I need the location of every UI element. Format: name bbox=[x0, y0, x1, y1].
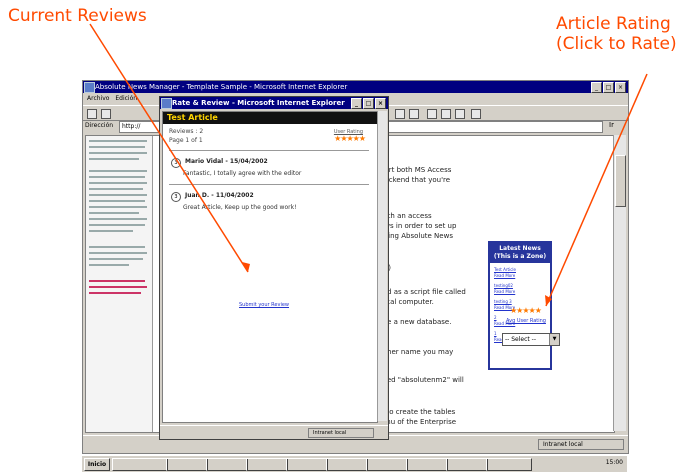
taskbar-item[interactable] bbox=[286, 458, 328, 471]
taskbar-item[interactable] bbox=[366, 458, 408, 471]
page-count: Page 1 of 1 bbox=[169, 137, 203, 144]
body-line: e to create the tables bbox=[380, 408, 456, 416]
latest-news-header: Latest News (This is a Zone) bbox=[490, 243, 550, 263]
taskbar-item[interactable] bbox=[486, 458, 532, 471]
ie-icon bbox=[84, 82, 95, 93]
taskbar-item[interactable] bbox=[112, 458, 168, 471]
divider bbox=[169, 150, 369, 151]
rating-select[interactable]: -- Select -- ▼ bbox=[502, 333, 560, 346]
popup-status-bar: Intranet local bbox=[160, 425, 388, 439]
menu-item-file[interactable]: Archivo bbox=[87, 95, 109, 102]
article-rating-stars[interactable]: ★★★★★ bbox=[510, 306, 542, 315]
main-window-title: Absolute News Manager - Template Sample … bbox=[95, 83, 348, 91]
close-button[interactable]: × bbox=[615, 82, 626, 93]
avg-user-rating-link[interactable]: Avg User Rating bbox=[506, 318, 546, 324]
search-icon[interactable] bbox=[471, 109, 481, 119]
latest-news-title: Latest News bbox=[499, 245, 541, 252]
back-icon[interactable] bbox=[87, 109, 97, 119]
body-line: backend that you're bbox=[380, 176, 451, 184]
current-reviews-annotation: Current Reviews bbox=[8, 6, 147, 26]
body-line: med "absolutenm2" will bbox=[380, 376, 464, 384]
popup-maximize-button[interactable]: □ bbox=[363, 98, 374, 109]
reviews-count: Reviews : 2 bbox=[169, 128, 204, 135]
rating-select-value: -- Select -- bbox=[505, 336, 536, 343]
popup-close-button[interactable]: × bbox=[375, 98, 386, 109]
popup-status-zone: Intranet local bbox=[308, 428, 374, 438]
discuss-icon[interactable] bbox=[441, 109, 451, 119]
article-title: Test Article bbox=[163, 112, 377, 124]
article-rating-annotation-line1: Article Rating bbox=[556, 14, 671, 34]
address-label: Dirección bbox=[85, 122, 114, 129]
popup-content: Test Article Reviews : 2 Page 1 of 1 Use… bbox=[162, 111, 378, 423]
article-rating-annotation: Article Rating (Click to Rate) bbox=[556, 14, 677, 54]
submit-review-link[interactable]: Submit your Review bbox=[239, 302, 289, 308]
body-line: alling Absolute News bbox=[380, 232, 453, 240]
start-button[interactable]: Inicio bbox=[84, 458, 110, 471]
scroll-thumb[interactable] bbox=[615, 155, 626, 207]
popup-window-title: Rate & Review - Microsoft Internet Explo… bbox=[172, 99, 345, 107]
latest-news-subtitle: (This is a Zone) bbox=[493, 253, 547, 260]
main-title-bar: Absolute News Manager - Template Sample … bbox=[83, 81, 628, 93]
popup-title-bar: Rate & Review - Microsoft Internet Explo… bbox=[160, 97, 388, 109]
left-template-pane bbox=[86, 136, 153, 432]
review-author: Mario Vidal - 15/04/2002 bbox=[185, 158, 268, 165]
review-author: Juan D. - 11/04/2002 bbox=[185, 192, 254, 199]
popup-scrollbar[interactable] bbox=[377, 111, 387, 421]
body-line: ows in order to set up bbox=[380, 222, 457, 230]
taskbar-item[interactable] bbox=[246, 458, 288, 471]
go-button[interactable]: Ir bbox=[609, 121, 614, 129]
vertical-scrollbar[interactable] bbox=[613, 135, 626, 431]
mail-icon[interactable] bbox=[395, 109, 405, 119]
taskbar: Inicio 15:00 bbox=[82, 455, 627, 472]
review-icon: 3 bbox=[171, 158, 181, 168]
taskbar-item[interactable] bbox=[446, 458, 488, 471]
review-text: Great Article, Keep up the good work! bbox=[183, 204, 297, 211]
body-line: lenu of the Enterprise bbox=[380, 418, 457, 426]
maximize-button[interactable]: □ bbox=[603, 82, 614, 93]
review-icon: 3 bbox=[171, 192, 181, 202]
body-line: other name you may bbox=[380, 348, 454, 356]
taskbar-item[interactable] bbox=[326, 458, 368, 471]
taskbar-clock: 15:00 bbox=[605, 459, 623, 466]
review-text: Fantastic, I totally agree with the edit… bbox=[183, 170, 302, 177]
taskbar-item[interactable] bbox=[206, 458, 248, 471]
popup-minimize-button[interactable]: _ bbox=[351, 98, 362, 109]
body-line: ate a new database. bbox=[380, 318, 452, 326]
menu-item-edit[interactable]: Edición bbox=[115, 95, 137, 102]
edit-icon[interactable] bbox=[427, 109, 437, 119]
taskbar-item[interactable] bbox=[406, 458, 448, 471]
print-icon[interactable] bbox=[409, 109, 419, 119]
rate-review-popup: Rate & Review - Microsoft Internet Explo… bbox=[159, 96, 389, 440]
messenger-icon[interactable] bbox=[455, 109, 465, 119]
user-rating-stars: ★★★★★ bbox=[334, 134, 366, 143]
chevron-down-icon[interactable]: ▼ bbox=[549, 334, 559, 345]
ie-icon bbox=[161, 98, 172, 109]
forward-icon[interactable] bbox=[101, 109, 111, 119]
article-rating-annotation-line2: (Click to Rate) bbox=[556, 34, 677, 54]
body-line: port both MS Access bbox=[380, 166, 452, 174]
divider bbox=[169, 184, 369, 185]
taskbar-item[interactable] bbox=[166, 458, 208, 471]
status-zone: Intranet local bbox=[538, 439, 624, 450]
minimize-button[interactable]: _ bbox=[591, 82, 602, 93]
body-line: ted as a script file called bbox=[380, 288, 466, 296]
